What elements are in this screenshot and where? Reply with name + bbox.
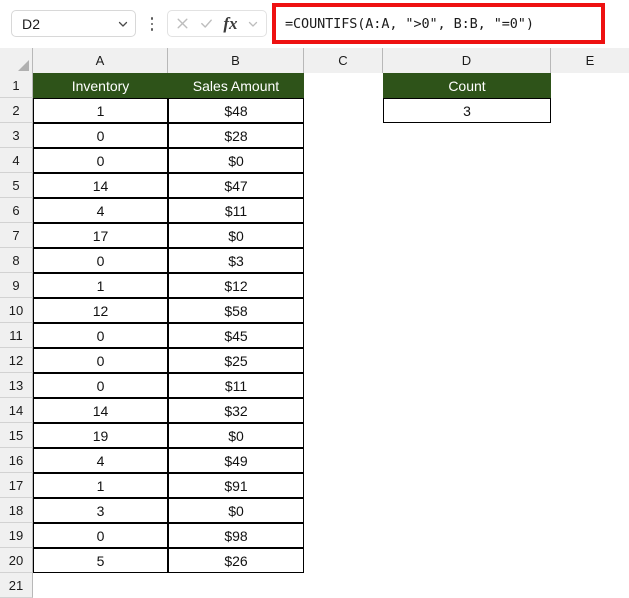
row-header-11[interactable]: 11 (0, 323, 33, 348)
column-header-b[interactable]: B (168, 48, 304, 73)
row-header-14[interactable]: 14 (0, 398, 33, 423)
row-header-3[interactable]: 3 (0, 123, 33, 148)
cell-a17[interactable]: 1 (33, 473, 168, 498)
row-header-13[interactable]: 13 (0, 373, 33, 398)
cell-a16[interactable]: 4 (33, 448, 168, 473)
cell-b17[interactable]: $91 (168, 473, 304, 498)
cancel-icon[interactable] (175, 16, 190, 31)
row-header-10[interactable]: 10 (0, 298, 33, 323)
cell-b2[interactable]: $48 (168, 98, 304, 123)
cell-b3[interactable]: $28 (168, 123, 304, 148)
cell-a15[interactable]: 19 (33, 423, 168, 448)
column-header-c[interactable]: C (304, 48, 383, 73)
row-header-21[interactable]: 21 (0, 573, 33, 598)
cell-a7[interactable]: 17 (33, 223, 168, 248)
row-header-19[interactable]: 19 (0, 523, 33, 548)
formula-input[interactable]: =COUNTIFS(A:A, ">0", B:B, "=0") (276, 7, 601, 40)
row-header-16[interactable]: 16 (0, 448, 33, 473)
chevron-down-icon[interactable] (111, 18, 135, 30)
chevron-down-icon[interactable] (247, 18, 259, 30)
column-header-e[interactable]: E (551, 48, 629, 73)
cell-a13[interactable]: 0 (33, 373, 168, 398)
cell-b11[interactable]: $45 (168, 323, 304, 348)
cell-a6[interactable]: 4 (33, 198, 168, 223)
cell-a14[interactable]: 14 (33, 398, 168, 423)
row-header-2[interactable]: 2 (0, 98, 33, 123)
cell-d2-count-result[interactable]: 3 (383, 98, 551, 123)
row-header-15[interactable]: 15 (0, 423, 33, 448)
row-header-12[interactable]: 12 (0, 348, 33, 373)
row-header-20[interactable]: 20 (0, 548, 33, 573)
cell-b7[interactable]: $0 (168, 223, 304, 248)
select-all-corner[interactable] (0, 48, 33, 73)
cell-b19[interactable]: $98 (168, 523, 304, 548)
table-header-sales-amount[interactable]: Sales Amount (168, 73, 304, 98)
cell-b18[interactable]: $0 (168, 498, 304, 523)
insert-function-icon[interactable]: fx (223, 15, 237, 33)
name-box-value: D2 (22, 15, 41, 32)
cell-a19[interactable]: 0 (33, 523, 168, 548)
cell-b10[interactable]: $58 (168, 298, 304, 323)
cell-a12[interactable]: 0 (33, 348, 168, 373)
name-box[interactable]: D2 (11, 10, 136, 37)
table-header-inventory[interactable]: Inventory (33, 73, 168, 98)
cell-a18[interactable]: 3 (33, 498, 168, 523)
cell-b15[interactable]: $0 (168, 423, 304, 448)
cell-b4[interactable]: $0 (168, 148, 304, 173)
cell-b20[interactable]: $26 (168, 548, 304, 573)
formula-bar-controls: fx (167, 10, 267, 37)
row-header-1[interactable]: 1 (0, 73, 33, 98)
cell-a11[interactable]: 0 (33, 323, 168, 348)
table-header-count[interactable]: Count (383, 73, 551, 98)
cell-b5[interactable]: $47 (168, 173, 304, 198)
column-header-d[interactable]: D (383, 48, 551, 73)
cell-b9[interactable]: $12 (168, 273, 304, 298)
cell-a20[interactable]: 5 (33, 548, 168, 573)
cell-a5[interactable]: 14 (33, 173, 168, 198)
row-header-9[interactable]: 9 (0, 273, 33, 298)
formula-bar-area: D2 fx =COUNTIFS(A:A, ">0", B:B, "=0") (0, 0, 629, 48)
more-options-icon[interactable] (146, 14, 158, 34)
cell-b12[interactable]: $25 (168, 348, 304, 373)
spreadsheet-grid: A B C D E 1 2 3 4 5 6 7 8 9 10 11 12 13 14 15 16 17 18 19 2… (0, 48, 629, 598)
formula-highlight-box: =COUNTIFS(A:A, ">0", B:B, "=0") (272, 3, 605, 44)
column-header-a[interactable]: A (33, 48, 168, 73)
row-header-18[interactable]: 18 (0, 498, 33, 523)
row-header-6[interactable]: 6 (0, 198, 33, 223)
row-header-17[interactable]: 17 (0, 473, 33, 498)
row-header-5[interactable]: 5 (0, 173, 33, 198)
cell-a4[interactable]: 0 (33, 148, 168, 173)
row-header-4[interactable]: 4 (0, 148, 33, 173)
cell-b8[interactable]: $3 (168, 248, 304, 273)
cell-a2[interactable]: 1 (33, 98, 168, 123)
cell-a10[interactable]: 12 (33, 298, 168, 323)
cell-a3[interactable]: 0 (33, 123, 168, 148)
row-header-8[interactable]: 8 (0, 248, 33, 273)
row-header-7[interactable]: 7 (0, 223, 33, 248)
cell-a8[interactable]: 0 (33, 248, 168, 273)
cell-b14[interactable]: $32 (168, 398, 304, 423)
select-all-icon (18, 60, 29, 71)
enter-icon[interactable] (199, 16, 214, 31)
cell-b6[interactable]: $11 (168, 198, 304, 223)
cell-a9[interactable]: 1 (33, 273, 168, 298)
cell-b13[interactable]: $11 (168, 373, 304, 398)
cell-b16[interactable]: $49 (168, 448, 304, 473)
